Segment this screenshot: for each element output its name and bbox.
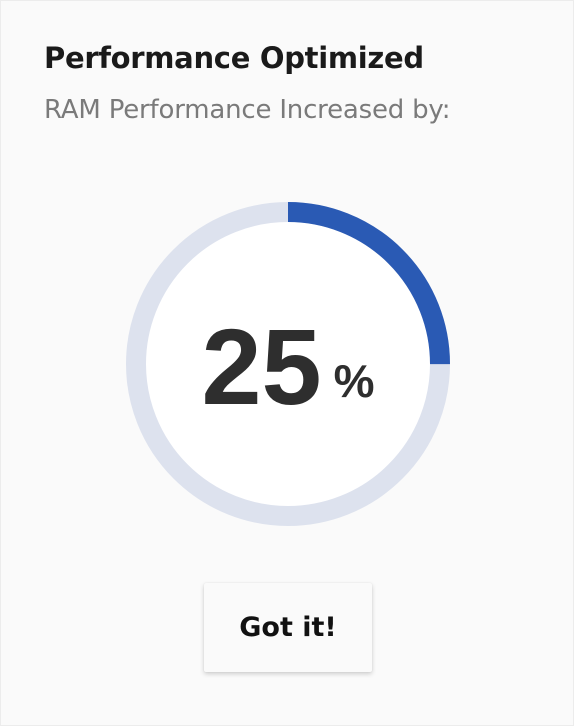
dialog-title: Performance Optimized xyxy=(44,41,424,75)
got-it-button[interactable]: Got it! xyxy=(204,583,372,672)
gauge-value: 25 xyxy=(201,306,322,427)
ram-performance-gauge: 25 % xyxy=(118,194,458,534)
optimization-dialog: Performance Optimized RAM Performance In… xyxy=(0,0,574,726)
gauge-unit: % xyxy=(333,355,375,407)
gauge-readout: 25 % xyxy=(118,194,458,534)
dialog-subtitle: RAM Performance Increased by: xyxy=(44,95,451,125)
